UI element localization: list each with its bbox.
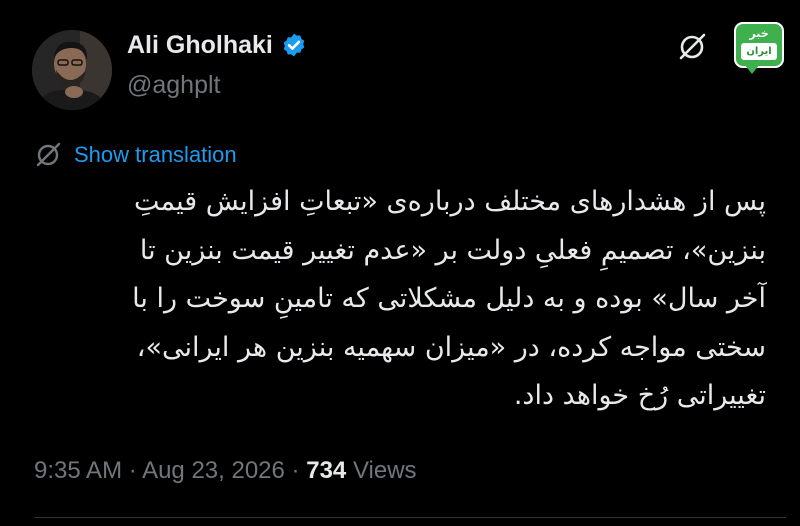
avatar-image (32, 30, 112, 110)
logo-bubble-tail (744, 64, 760, 74)
tweet-text: پس از هشدارهای مختلف درباره‌ی «تبعاتِ اف… (132, 186, 766, 411)
show-translation-label[interactable]: Show translation (74, 140, 237, 170)
grok-icon[interactable] (676, 30, 710, 64)
author-display-name[interactable]: Ali Gholhaki (127, 28, 273, 62)
meta-separator: · (291, 457, 300, 484)
tweet-time[interactable]: 9:35 AM (34, 457, 122, 484)
tweet-meta: 9:35 AM · Aug 23, 2026 · 734 Views (34, 454, 417, 488)
meta-separator: · (128, 457, 137, 484)
translate-icon (36, 142, 61, 167)
author-name-row: Ali Gholhaki (127, 28, 307, 62)
verified-badge-icon[interactable] (281, 32, 307, 58)
views-label: Views (352, 457, 417, 484)
author-avatar[interactable] (32, 30, 112, 110)
divider (34, 517, 786, 518)
show-translation-link[interactable]: Show translation (34, 140, 237, 170)
logo-top-text: خبر (749, 27, 769, 40)
author-handle[interactable]: @aghplt (127, 68, 221, 102)
khabar-iran-logo: خبر ایران (734, 22, 786, 76)
logo-bottom-text: ایران (741, 43, 777, 60)
views-count: 734 (306, 457, 347, 484)
tweet-date[interactable]: Aug 23, 2026 (142, 457, 285, 484)
